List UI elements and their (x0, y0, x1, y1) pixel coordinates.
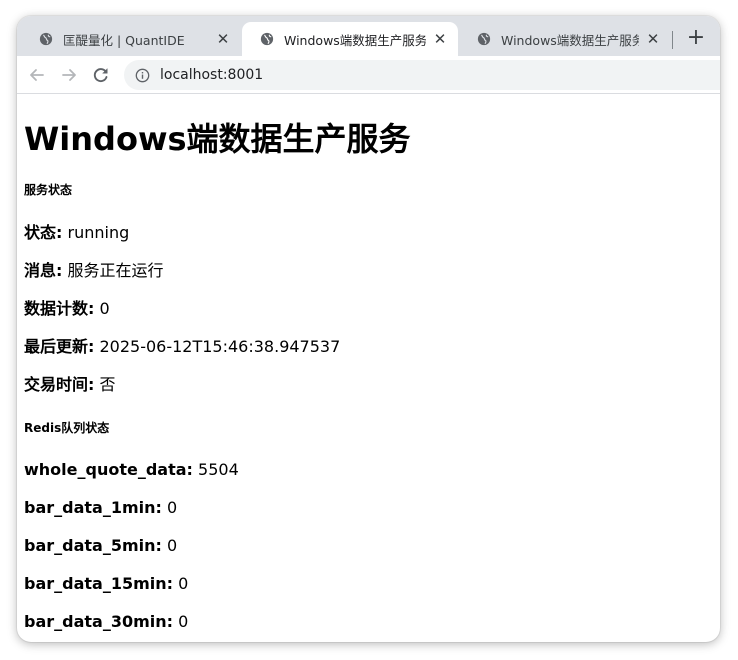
queue-row: whole_quote_data: 5504 (24, 460, 239, 480)
new-tab-button[interactable]: + (683, 26, 709, 52)
queue-value: 0 (161, 536, 178, 555)
url-text[interactable]: localhost:8001 (160, 67, 263, 83)
trading-time-value: 否 (94, 375, 116, 394)
forward-arrow-icon[interactable] (58, 64, 80, 86)
last-updated-value: 2025-06-12T15:46:38.947537 (94, 337, 341, 356)
page-content: Windows端数据生产服务 服务状态 状态: running 消息: 服务正在… (17, 94, 720, 642)
queue-label: bar_data_1min: (24, 498, 162, 517)
queue-label: bar_data_30min: (24, 612, 174, 631)
queue-label: bar_data_15min: (24, 574, 174, 593)
tab-title: Windows端数据生产服务 (284, 32, 426, 48)
queue-row: bar_data_1min: 0 (24, 498, 177, 518)
tab-title: 匡醍量化 | QuantIDE (63, 32, 185, 48)
redis-queue-heading: Redis队列状态 (24, 421, 110, 435)
queue-value: 5504 (192, 460, 239, 479)
tab-quantide[interactable]: 匡醍量化 | QuantIDE ✕ (21, 22, 241, 56)
queue-value: 0 (173, 574, 189, 593)
tab-strip: 匡醍量化 | QuantIDE ✕ Windows端数据生产服务 ✕ Windo… (17, 16, 720, 56)
status-row: 状态: running (24, 223, 129, 243)
address-bar[interactable]: localhost:8001 (124, 60, 720, 90)
tab-separator (672, 31, 673, 49)
message-value: 服务正在运行 (62, 261, 164, 280)
data-count-label: 数据计数: (24, 299, 95, 318)
queue-label: bar_data_5min: (24, 536, 162, 555)
queue-label: whole_quote_data: (24, 460, 193, 479)
reload-icon[interactable] (90, 64, 112, 86)
data-count-value: 0 (94, 299, 110, 318)
tab-title: Windows端数据生产服务 - (501, 32, 639, 48)
browser-window: 匡醍量化 | QuantIDE ✕ Windows端数据生产服务 ✕ Windo… (17, 16, 720, 642)
page-title: Windows端数据生产服务 (24, 120, 411, 158)
tab-windows-service-active[interactable]: Windows端数据生产服务 ✕ (242, 22, 458, 56)
trading-time-row: 交易时间: 否 (24, 375, 116, 395)
data-count-row: 数据计数: 0 (24, 299, 110, 319)
tab-windows-service-2[interactable]: Windows端数据生产服务 - ✕ (459, 22, 671, 56)
queue-row: bar_data_15min: 0 (24, 574, 188, 594)
message-label: 消息: (24, 261, 63, 280)
close-icon[interactable]: ✕ (432, 31, 448, 47)
trading-time-label: 交易时间: (24, 375, 95, 394)
close-icon[interactable]: ✕ (215, 31, 231, 47)
message-row: 消息: 服务正在运行 (24, 261, 164, 281)
toolbar: localhost:8001 (17, 56, 720, 94)
queue-value: 0 (173, 612, 189, 631)
queue-row: bar_data_30min: 0 (24, 612, 188, 632)
last-updated-row: 最后更新: 2025-06-12T15:46:38.947537 (24, 337, 340, 357)
status-label: 状态: (24, 223, 63, 242)
globe-icon (260, 32, 274, 46)
status-value: running (62, 223, 130, 242)
back-arrow-icon[interactable] (26, 64, 48, 86)
globe-icon (39, 32, 53, 46)
close-icon[interactable]: ✕ (645, 31, 661, 47)
queue-value: 0 (161, 498, 178, 517)
service-status-heading: 服务状态 (24, 183, 73, 197)
queue-row: bar_data_5min: 0 (24, 536, 177, 556)
last-updated-label: 最后更新: (24, 337, 95, 356)
globe-icon (477, 32, 491, 46)
info-icon[interactable] (135, 68, 150, 83)
